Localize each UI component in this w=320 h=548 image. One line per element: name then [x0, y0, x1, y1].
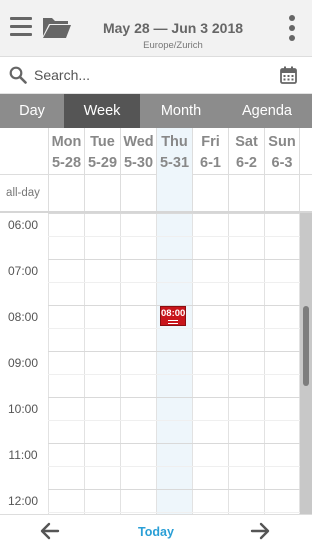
tab-agenda[interactable]: Agenda — [222, 94, 312, 128]
arrow-right-icon[interactable] — [250, 522, 270, 540]
all-day-cell-sat[interactable] — [228, 175, 264, 211]
today-button[interactable]: Today — [120, 525, 192, 539]
scrollbar-thumb[interactable] — [303, 306, 309, 386]
search-bar — [0, 57, 312, 94]
hour-line — [48, 213, 300, 214]
week-day-header: Mon 5-28 Tue 5-29 Wed 5-30 Thu 5-31 Fri 6-1 S… — [0, 128, 312, 175]
tab-month[interactable]: Month — [140, 94, 222, 128]
calendar-event[interactable]: 08:00 — [160, 306, 186, 326]
top-bar: May 28 — Jun 3 2018 Europe/Zurich — [0, 0, 312, 57]
timezone-label: Europe/Zurich — [143, 40, 203, 51]
calendar-icon[interactable] — [280, 66, 297, 84]
tab-week[interactable]: Week — [64, 94, 140, 128]
view-tabs: Day Week Month Agenda — [0, 94, 312, 128]
all-day-cell-sun[interactable] — [264, 175, 300, 211]
more-vertical-icon[interactable] — [288, 15, 296, 41]
day-header-mon[interactable]: Mon 5-28 — [48, 128, 84, 175]
half-hour-line — [48, 282, 300, 283]
all-day-cell-mon[interactable] — [48, 175, 84, 211]
day-header-sun[interactable]: Sun 6-3 — [264, 128, 300, 175]
time-label: 08:00 — [7, 310, 39, 324]
all-day-cell-tue[interactable] — [84, 175, 120, 211]
time-label: 09:00 — [7, 356, 39, 370]
all-day-row: all-day — [0, 175, 312, 213]
all-day-cell-fri[interactable] — [192, 175, 228, 211]
half-hour-line — [48, 328, 300, 329]
search-input[interactable] — [34, 65, 264, 85]
hamburger-menu-icon[interactable] — [10, 17, 32, 37]
time-label: 11:00 — [8, 448, 38, 462]
time-label: 12:00 — [7, 494, 39, 508]
hour-line — [48, 351, 300, 352]
day-header-sat[interactable]: Sat 6-2 — [228, 128, 264, 175]
time-label: 10:00 — [7, 402, 39, 416]
day-header-wed[interactable]: Wed 5-30 — [120, 128, 156, 175]
time-label: 06:00 — [7, 218, 39, 232]
all-day-cell-thu[interactable] — [156, 175, 192, 211]
hour-line — [48, 397, 300, 398]
half-hour-line — [48, 466, 300, 467]
half-hour-line — [48, 374, 300, 375]
day-header-thu[interactable]: Thu 5-31 — [156, 128, 192, 175]
half-hour-line — [48, 420, 300, 421]
all-day-label: all-day — [6, 187, 40, 199]
search-icon — [9, 66, 27, 84]
time-label: 07:00 — [7, 264, 39, 278]
hour-line — [48, 489, 300, 490]
tab-day[interactable]: Day — [0, 94, 64, 128]
date-range-title[interactable]: May 28 — Jun 3 2018 — [80, 20, 266, 36]
half-hour-line — [48, 512, 300, 513]
event-time: 08:00 — [161, 308, 186, 319]
time-grid[interactable]: 06:00 07:00 08:00 09:00 10:00 11:00 12:0… — [0, 213, 300, 514]
arrow-left-icon[interactable] — [40, 522, 60, 540]
folder-open-icon[interactable] — [42, 15, 72, 39]
day-header-fri[interactable]: Fri 6-1 — [192, 128, 228, 175]
all-day-cell-wed[interactable] — [120, 175, 156, 211]
hour-line — [48, 259, 300, 260]
half-hour-line — [48, 236, 300, 237]
day-header-tue[interactable]: Tue 5-29 — [84, 128, 120, 175]
hour-line — [48, 443, 300, 444]
bottom-nav: Today — [0, 514, 312, 548]
